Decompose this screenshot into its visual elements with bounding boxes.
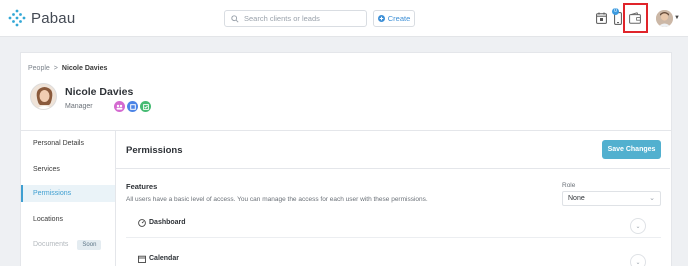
calendar-icon[interactable] (596, 12, 607, 24)
content-divider (115, 168, 670, 169)
profile-role: Manager (65, 103, 93, 110)
feature-label: Dashboard (149, 219, 186, 226)
feature-label: Calendar (149, 255, 179, 262)
sidebar-item-label: Personal Details (33, 140, 84, 147)
user-avatar-icon (656, 10, 673, 27)
check-icon[interactable] (140, 101, 151, 112)
search-icon (231, 14, 239, 23)
features-heading: Features (126, 182, 158, 191)
profile-avatar[interactable] (30, 83, 57, 110)
calendar-icon (138, 255, 146, 263)
breadcrumb-current: Nicole Davies (61, 65, 108, 72)
sidebar-item-label: Permissions (33, 190, 72, 197)
profile-name: Nicole Davies (65, 86, 134, 98)
feature-row-calendar[interactable]: Calendar ⌄ (126, 246, 661, 266)
avatar[interactable] (656, 10, 673, 27)
dashboard-icon (138, 219, 146, 227)
group-icon[interactable] (114, 101, 125, 112)
top-navigation-bar: Pabau Search clients or leads Create 0 ▼ (0, 0, 688, 37)
breadcrumb-separator: > (53, 65, 58, 72)
search-placeholder: Search clients or leads (244, 14, 320, 23)
plus-circle-icon (377, 15, 385, 22)
profile-photo (31, 84, 56, 109)
header-divider (21, 130, 671, 131)
chevron-down-icon[interactable]: ▼ (674, 15, 680, 21)
page-title: Permissions (126, 145, 183, 156)
sidebar-item-services[interactable]: Services (21, 161, 115, 178)
features-description: All users have a basic level of access. … (126, 196, 428, 203)
chevron-down-icon: ⌄ (649, 195, 655, 202)
soon-badge: Soon (77, 239, 102, 250)
role-badges (114, 101, 151, 112)
sidebar-item-personal-details[interactable]: Personal Details (21, 135, 115, 152)
highlight-annotation (623, 3, 648, 33)
app-name: Pabau (31, 9, 76, 27)
role-select[interactable]: None ⌄ (562, 191, 661, 206)
role-label: Role (562, 182, 576, 189)
create-label: Create (387, 14, 411, 23)
save-changes-button[interactable]: Save Changes (602, 140, 661, 159)
sidebar-item-documents: Documents Soon (21, 236, 115, 253)
sidebar-item-locations[interactable]: Locations (21, 211, 115, 228)
create-button[interactable]: Create (373, 10, 415, 27)
expand-toggle[interactable]: ⌄ (630, 218, 646, 234)
app-logo[interactable]: Pabau (8, 9, 75, 27)
breadcrumb: People > Nicole Davies (28, 65, 107, 72)
notification-badge: 0 (612, 8, 619, 15)
sidebar-item-label: Documents (33, 241, 69, 248)
sidebar-item-label: Locations (33, 216, 63, 223)
role-select-value: None (568, 195, 585, 202)
expand-toggle[interactable]: ⌄ (630, 254, 646, 266)
square-icon[interactable] (127, 101, 138, 112)
breadcrumb-people[interactable]: People (28, 65, 50, 72)
search-input[interactable]: Search clients or leads (224, 10, 367, 27)
feature-row-dashboard[interactable]: Dashboard ⌄ (126, 210, 661, 238)
sidebar-item-label: Services (33, 166, 60, 173)
pabau-logo-icon (8, 9, 26, 27)
sidebar-item-permissions[interactable]: Permissions (21, 185, 115, 202)
profile-side-nav: Personal Details Services Permissions Lo… (21, 131, 116, 266)
